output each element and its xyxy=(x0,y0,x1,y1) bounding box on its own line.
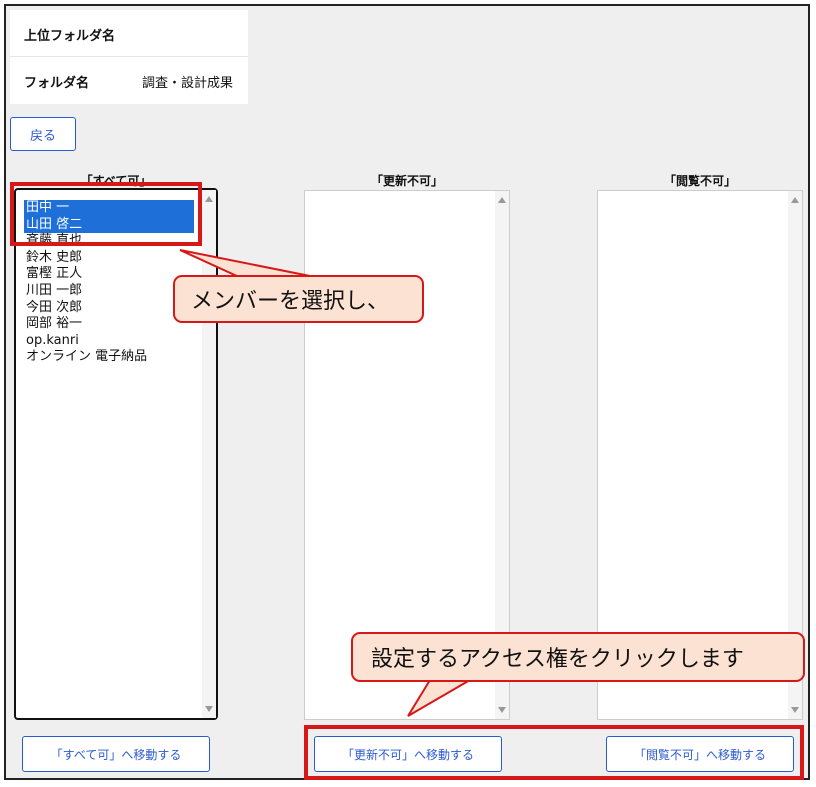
callout-select-text: メンバーを選択し、 xyxy=(191,289,390,314)
callout-select: メンバーを選択し、 xyxy=(173,275,424,323)
callout-click: 設定するアクセス権をクリックします xyxy=(351,632,805,682)
callout-click-text: 設定するアクセス権をクリックします xyxy=(371,647,744,672)
